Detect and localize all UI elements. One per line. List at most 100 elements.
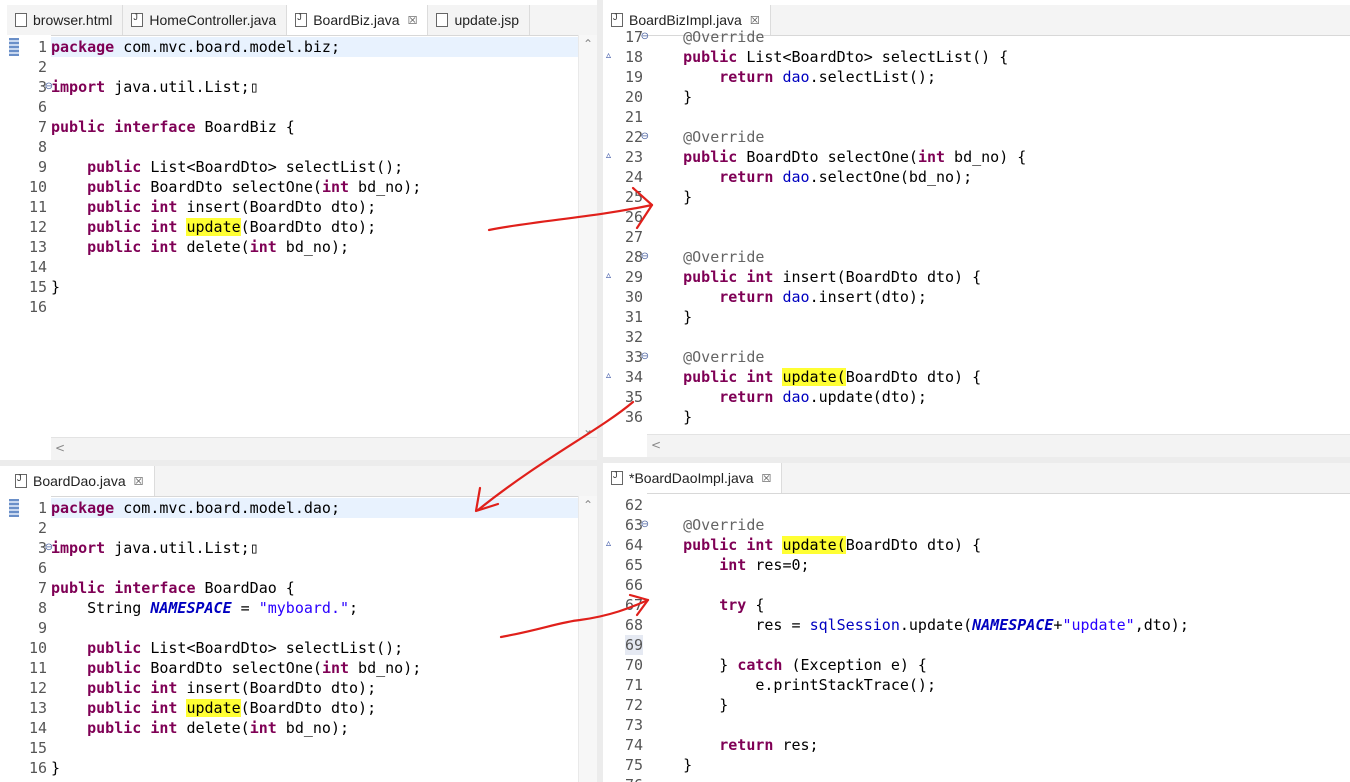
editor-boardbiz: browser.html J HomeController.java J Board… — [7, 5, 597, 460]
code-line[interactable]: public int delete(int bd_no); — [51, 237, 579, 257]
code-line[interactable]: } — [51, 758, 579, 778]
code-line[interactable]: public int insert(BoardDto dto) { — [647, 267, 1350, 287]
code-line[interactable] — [51, 137, 579, 157]
close-icon[interactable]: ☒ — [408, 14, 418, 27]
tab-homecontroller[interactable]: J HomeController.java — [123, 5, 288, 35]
code-line[interactable]: } — [647, 407, 1350, 427]
code-line[interactable]: res = sqlSession.update(NAMESPACE+"updat… — [647, 615, 1350, 635]
horizontal-scrollbar[interactable]: < — [647, 434, 1350, 457]
tab-boarddao[interactable]: J BoardDao.java ☒ — [7, 466, 155, 496]
line-number: 69 — [624, 635, 643, 655]
code-line[interactable]: public List<BoardDto> selectList(); — [51, 638, 579, 658]
close-icon[interactable]: ☒ — [134, 475, 144, 488]
scroll-left-icon[interactable]: < — [651, 438, 661, 452]
code-line[interactable]: @Override — [647, 27, 1350, 47]
code-line[interactable] — [51, 558, 579, 578]
code-line[interactable]: package com.mvc.board.model.dao; — [51, 498, 579, 518]
scroll-up-icon[interactable]: ⌃ — [583, 498, 593, 512]
code-line[interactable]: } — [647, 187, 1350, 207]
code-line[interactable] — [647, 635, 1350, 655]
scroll-up-icon[interactable]: ⌃ — [583, 37, 593, 51]
code-line[interactable]: @Override — [647, 347, 1350, 367]
code-line[interactable] — [51, 97, 579, 117]
code-area[interactable]: package com.mvc.board.model.biz; import j… — [51, 35, 579, 460]
code-line[interactable] — [647, 107, 1350, 127]
editor-boarddao: J BoardDao.java ☒ 1 2 3 ⊖ 6 7 8 9 10 11 12 13 14 15 16 p… — [7, 466, 597, 782]
line-number: 27 — [624, 228, 643, 246]
code-line[interactable]: public interface BoardDao { — [51, 578, 579, 598]
code-area[interactable]: @Override public List<BoardDto> selectLi… — [647, 28, 1350, 457]
code-line[interactable] — [647, 207, 1350, 227]
tab-boardbiz[interactable]: J BoardBiz.java ☒ — [287, 5, 429, 35]
line-number-gutter: 6263⊖64▵656667686970717273747576 — [603, 493, 649, 782]
code-line[interactable]: return dao.insert(dto); — [647, 287, 1350, 307]
line-number: 1 — [37, 499, 47, 517]
code-line[interactable]: package com.mvc.board.model.biz; — [51, 37, 579, 57]
code-area[interactable]: @Override public int update(BoardDto dto… — [647, 493, 1350, 782]
pane-divider-horizontal-left[interactable] — [0, 460, 597, 466]
code-line[interactable]: int res=0; — [647, 555, 1350, 575]
code-line[interactable]: return dao.selectOne(bd_no); — [647, 167, 1350, 187]
code-line[interactable] — [51, 257, 579, 277]
code-line[interactable] — [647, 327, 1350, 347]
code-line[interactable]: public BoardDto selectOne(int bd_no) { — [647, 147, 1350, 167]
code-line[interactable]: public int insert(BoardDto dto); — [51, 678, 579, 698]
vertical-scrollbar[interactable]: ⌃ ⌄ — [578, 35, 597, 460]
code-line[interactable]: public int insert(BoardDto dto); — [51, 197, 579, 217]
code-line[interactable]: @Override — [647, 127, 1350, 147]
code-line[interactable] — [647, 227, 1350, 247]
close-icon[interactable]: ☒ — [762, 472, 772, 485]
override-marker-icon: ▵ — [606, 270, 612, 281]
code-line[interactable]: String NAMESPACE = "myboard."; — [51, 598, 579, 618]
tab-browser-html[interactable]: browser.html — [7, 5, 124, 35]
code-line[interactable]: public int update(BoardDto dto); — [51, 217, 579, 237]
code-line[interactable]: public List<BoardDto> selectList() { — [647, 47, 1350, 67]
line-number: 73 — [624, 716, 643, 734]
horizontal-scrollbar[interactable]: < — [51, 437, 597, 460]
code-line[interactable]: } — [647, 87, 1350, 107]
code-line[interactable] — [647, 775, 1350, 782]
code-line[interactable]: try { — [647, 595, 1350, 615]
code-line[interactable]: public BoardDto selectOne(int bd_no); — [51, 658, 579, 678]
code-line[interactable] — [647, 715, 1350, 735]
line-number: 12 — [28, 218, 47, 236]
code-line[interactable] — [51, 518, 579, 538]
pane-divider-vertical[interactable] — [597, 0, 603, 782]
code-line[interactable]: public List<BoardDto> selectList(); — [51, 157, 579, 177]
code-line[interactable]: public int update(BoardDto dto) { — [647, 367, 1350, 387]
code-area[interactable]: package com.mvc.board.model.dao; import j… — [51, 496, 579, 782]
code-line[interactable]: } catch (Exception e) { — [647, 655, 1350, 675]
code-line[interactable]: public BoardDto selectOne(int bd_no); — [51, 177, 579, 197]
scroll-down-icon[interactable]: ⌄ — [583, 422, 593, 436]
code-line[interactable] — [647, 575, 1350, 595]
code-line[interactable]: public interface BoardBiz { — [51, 117, 579, 137]
code-line[interactable]: return dao.selectList(); — [647, 67, 1350, 87]
tab-boarddaoimpl[interactable]: J *BoardDaoImpl.java ☒ — [603, 463, 783, 493]
scroll-left-icon[interactable]: < — [55, 441, 65, 455]
tab-update-jsp[interactable]: update.jsp — [428, 5, 531, 35]
code-line[interactable]: } — [647, 307, 1350, 327]
code-line[interactable]: import java.util.List;▯ — [51, 538, 579, 558]
code-line[interactable]: return dao.update(dto); — [647, 387, 1350, 407]
code-line[interactable] — [51, 297, 579, 317]
code-line[interactable]: } — [647, 695, 1350, 715]
code-line[interactable]: import java.util.List;▯ — [51, 77, 579, 97]
code-line[interactable]: } — [51, 277, 579, 297]
code-line[interactable]: @Override — [647, 247, 1350, 267]
code-line[interactable] — [51, 618, 579, 638]
line-number: 19 — [624, 68, 643, 86]
code-line[interactable]: public int update(BoardDto dto) { — [647, 535, 1350, 555]
code-line[interactable] — [51, 738, 579, 758]
pane-divider-horizontal-right[interactable] — [603, 457, 1350, 463]
code-line[interactable] — [647, 495, 1350, 515]
code-line[interactable]: public int delete(int bd_no); — [51, 718, 579, 738]
code-line[interactable] — [51, 57, 579, 77]
editor-boardbizimpl: J BoardBizImpl.java ☒ 17 ⊖ 18 ▵ 19 20 21 22 ⊖ 23 ▵ 24… — [603, 5, 1350, 457]
code-line[interactable]: public int update(BoardDto dto); — [51, 698, 579, 718]
code-line[interactable]: e.printStackTrace(); — [647, 675, 1350, 695]
vertical-scrollbar[interactable]: ⌃ — [578, 496, 597, 782]
code-line[interactable]: @Override — [647, 515, 1350, 535]
code-line[interactable]: return res; — [647, 735, 1350, 755]
close-icon[interactable]: ☒ — [750, 14, 760, 27]
code-line[interactable]: } — [647, 755, 1350, 775]
